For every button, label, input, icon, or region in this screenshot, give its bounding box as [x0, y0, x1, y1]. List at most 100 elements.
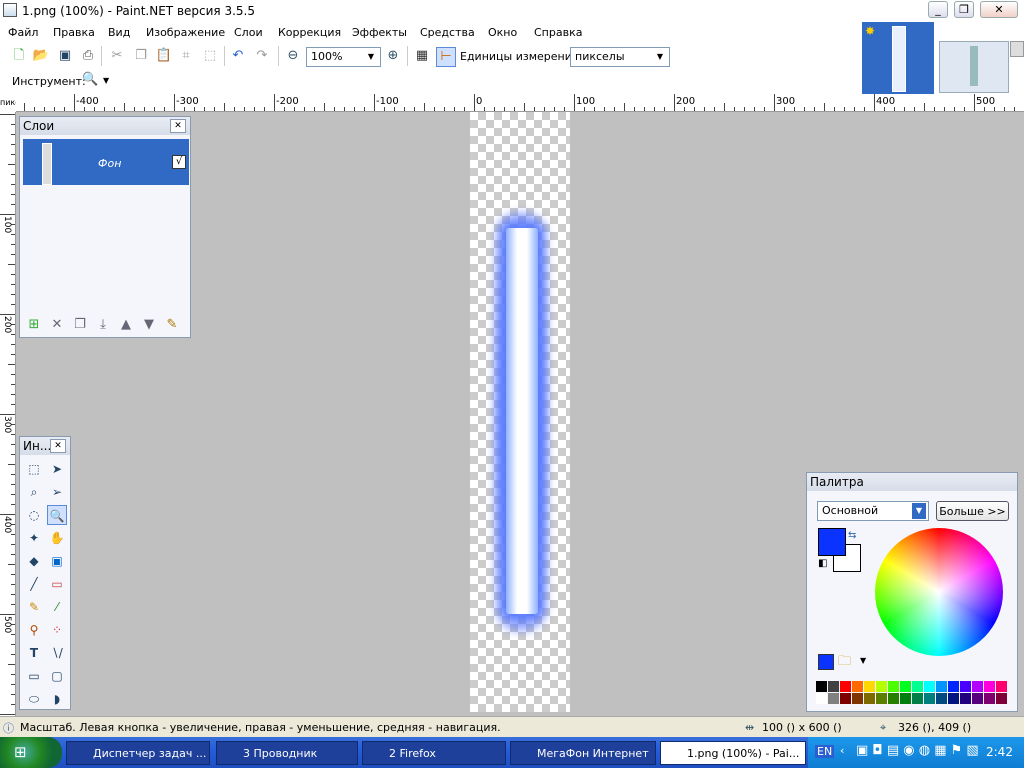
- menu-utilities[interactable]: Средства: [420, 26, 475, 39]
- palette-swatch[interactable]: [876, 681, 887, 692]
- close-icon[interactable]: ✕: [170, 119, 186, 133]
- delete-layer-icon[interactable]: ✕: [49, 317, 65, 333]
- maximize-button[interactable]: ❐: [954, 1, 974, 18]
- palette-swatch[interactable]: [912, 681, 923, 692]
- move-up-icon[interactable]: ▲: [118, 317, 134, 333]
- start-button[interactable]: ⊞: [0, 737, 62, 768]
- palette-swatch[interactable]: [924, 693, 935, 704]
- paste-icon[interactable]: 📋: [155, 47, 173, 65]
- rulers-icon[interactable]: ⊢: [436, 47, 456, 67]
- pan-icon[interactable]: ✋: [47, 528, 67, 548]
- duplicate-layer-icon[interactable]: ❐: [72, 317, 88, 333]
- palette-swatch[interactable]: [828, 693, 839, 704]
- ellipse-select-icon[interactable]: ◌: [24, 505, 44, 525]
- language-indicator[interactable]: EN: [815, 745, 835, 758]
- minimize-button[interactable]: _: [928, 1, 948, 18]
- clone-stamp-icon[interactable]: ⚲: [24, 620, 44, 640]
- paintbrush-icon[interactable]: ╱: [24, 574, 44, 594]
- palette-swatch[interactable]: [984, 693, 995, 704]
- gradient-icon[interactable]: ▣: [47, 551, 67, 571]
- rounded-rectangle-icon[interactable]: ▢: [47, 666, 67, 686]
- layer-properties-icon[interactable]: ✎: [164, 317, 180, 333]
- units-combo[interactable]: пикселы ▼: [570, 47, 670, 67]
- move-selected-icon[interactable]: ➢: [47, 482, 67, 502]
- palette-select[interactable]: Основной ▼: [817, 501, 929, 521]
- menu-file[interactable]: Файл: [8, 26, 38, 39]
- palette-swatch[interactable]: [924, 681, 935, 692]
- palette-swatch[interactable]: [960, 693, 971, 704]
- add-layer-icon[interactable]: ⊞: [26, 317, 42, 333]
- more-button[interactable]: Больше >>: [936, 501, 1009, 521]
- palette-swatch[interactable]: [816, 681, 827, 692]
- zoom-combo[interactable]: 100% ▼: [306, 47, 381, 67]
- close-icon[interactable]: ✕: [50, 439, 66, 453]
- redo-icon[interactable]: ↷: [253, 47, 271, 65]
- palette-swatch[interactable]: [948, 681, 959, 692]
- tabs-scroll-button[interactable]: [1010, 41, 1024, 57]
- palette-swatch[interactable]: [888, 693, 899, 704]
- menu-image[interactable]: Изображение: [146, 26, 225, 39]
- tray-icons[interactable]: ▣ ◘ ▤ ◉ ◍ ▦ ⚑ ▧: [856, 743, 979, 758]
- palette-swatch[interactable]: [984, 681, 995, 692]
- copy-icon[interactable]: ❐: [132, 47, 150, 65]
- zoom-in-icon[interactable]: ⊕: [384, 47, 402, 65]
- taskbar-item-explorer[interactable]: 3 Проводник: [216, 741, 358, 765]
- open-icon[interactable]: 📂: [32, 47, 50, 65]
- taskbar-item-firefox[interactable]: 2 Firefox: [362, 741, 506, 765]
- menu-layers[interactable]: Слои: [234, 26, 263, 39]
- print-icon[interactable]: ⎙: [79, 47, 97, 65]
- image-tab-active[interactable]: ✸: [862, 22, 934, 94]
- menu-effects[interactable]: Эффекты: [352, 26, 407, 39]
- paintnet-app-icon[interactable]: [3, 3, 17, 17]
- new-icon[interactable]: 🗋: [10, 47, 28, 65]
- palette-swatch[interactable]: [936, 681, 947, 692]
- palette-swatch[interactable]: [936, 693, 947, 704]
- palette-swatch[interactable]: [876, 693, 887, 704]
- palette-swatch[interactable]: [864, 681, 875, 692]
- color-picker-icon[interactable]: ⁄: [47, 597, 67, 617]
- ellipse-icon[interactable]: ⬭: [24, 689, 44, 709]
- tools-panel-header[interactable]: Ин... ✕: [20, 437, 70, 455]
- deselect-icon[interactable]: ⬚: [201, 47, 219, 65]
- move-down-icon[interactable]: ▼: [141, 317, 157, 333]
- taskbar-item-task-manager[interactable]: Диспетчер задач ...: [66, 741, 210, 765]
- taskbar-item-paintnet[interactable]: 1.png (100%) - Pai...: [660, 741, 806, 765]
- menu-view[interactable]: Вид: [108, 26, 130, 39]
- palette-panel-header[interactable]: Палитра: [807, 473, 1017, 491]
- reset-colors-icon[interactable]: ◧: [818, 558, 827, 569]
- cut-icon[interactable]: ✂: [108, 47, 126, 65]
- image-tab-2[interactable]: [939, 41, 1009, 93]
- palette-swatch[interactable]: [900, 693, 911, 704]
- palette-menu-icon[interactable]: 🗀: [838, 652, 851, 674]
- palette-swatch[interactable]: [852, 681, 863, 692]
- paint-bucket-icon[interactable]: ◆: [24, 551, 44, 571]
- lasso-icon[interactable]: ⌕: [24, 482, 44, 502]
- freeform-shape-icon[interactable]: ◗: [47, 689, 67, 709]
- layer-visibility-checkbox[interactable]: √: [172, 155, 186, 169]
- menu-adjustments[interactable]: Коррекция: [278, 26, 341, 39]
- rectangle-icon[interactable]: ▭: [24, 666, 44, 686]
- merge-down-icon[interactable]: ⤓: [95, 317, 111, 333]
- palette-swatch[interactable]: [996, 693, 1007, 704]
- palette-swatch[interactable]: [828, 681, 839, 692]
- chevron-down-icon[interactable]: ▼: [103, 76, 109, 85]
- palette-swatch[interactable]: [996, 681, 1007, 692]
- menu-help[interactable]: Справка: [534, 26, 582, 39]
- color-wheel[interactable]: [875, 528, 1003, 656]
- close-button[interactable]: ✕: [980, 1, 1018, 18]
- palette-swatch[interactable]: [864, 693, 875, 704]
- menu-window[interactable]: Окно: [488, 26, 517, 39]
- pencil-icon[interactable]: ✎: [24, 597, 44, 617]
- eraser-icon[interactable]: ▭: [47, 574, 67, 594]
- zoom-tool-icon[interactable]: 🔍: [47, 505, 67, 525]
- tray-expand-icon[interactable]: ‹: [840, 744, 844, 757]
- swap-colors-icon[interactable]: ⇆: [848, 530, 856, 541]
- add-color-icon[interactable]: [818, 654, 834, 670]
- menu-edit[interactable]: Правка: [53, 26, 95, 39]
- save-icon[interactable]: ▣: [56, 47, 74, 65]
- primary-color-swatch[interactable]: [818, 528, 846, 556]
- layers-panel-header[interactable]: Слои ✕: [20, 117, 190, 135]
- palette-swatch[interactable]: [852, 693, 863, 704]
- move-selection-icon[interactable]: ➤: [47, 459, 67, 479]
- palette-swatch[interactable]: [900, 681, 911, 692]
